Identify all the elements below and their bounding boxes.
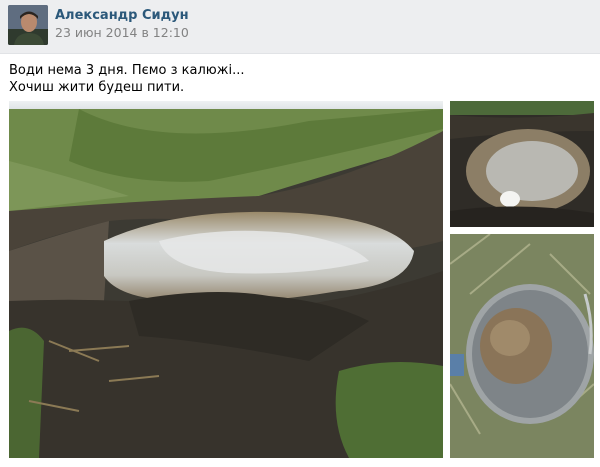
post-date[interactable]: 23 июн 2014 в 12:10	[55, 25, 189, 40]
post-photo-bucket[interactable]	[450, 234, 594, 458]
post-header: Александр Сидун 23 июн 2014 в 12:10	[0, 0, 600, 54]
post-text-line: Хочиш жити будеш пити.	[9, 80, 185, 95]
post-photo-main[interactable]	[9, 101, 443, 458]
post-text: Води нема 3 дня. Пємо з калюжі... Хочиш …	[9, 62, 589, 96]
post-photo-puddle-closeup[interactable]	[450, 101, 594, 227]
post-text-line: Води нема 3 дня. Пємо з калюжі...	[9, 63, 245, 78]
avatar[interactable]	[8, 5, 48, 45]
author-name-link[interactable]: Александр Сидун	[55, 8, 189, 23]
